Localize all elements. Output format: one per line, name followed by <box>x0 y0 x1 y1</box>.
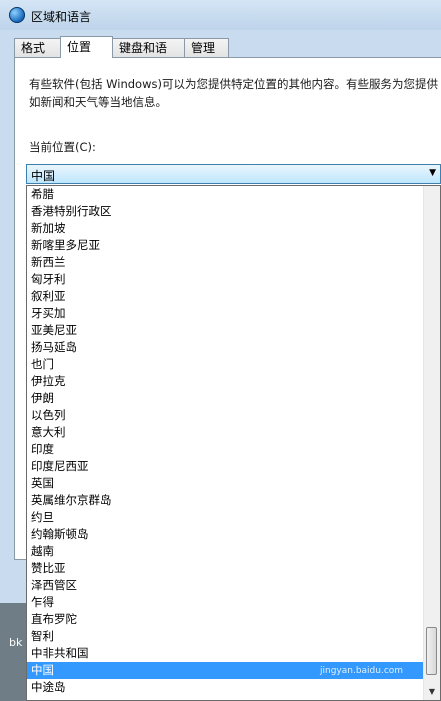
current-location-value: 中国 <box>31 169 56 183</box>
chevron-down-icon[interactable]: ▼ <box>429 168 436 178</box>
location-description: 有些软件(包括 Windows)可以为您提供特定位置的其他内容。有些服务为您提供… <box>29 77 438 109</box>
location-option[interactable]: 新加坡 <box>27 220 424 237</box>
location-option[interactable]: 新喀里多尼亚 <box>27 237 424 254</box>
watermark-text: Baidu 经验 <box>320 649 393 665</box>
location-dropdown-list[interactable]: 希腊 香港特别行政区 新加坡 新喀里多尼亚 新西兰 匈牙利 叙利亚 牙买加 亚美尼亚 扬马延岛 也门… <box>26 185 441 701</box>
location-option[interactable]: 新西兰 <box>27 254 424 271</box>
location-option[interactable]: 匈牙利 <box>27 271 424 288</box>
current-location-select[interactable]: 中国 ▼ <box>26 164 441 184</box>
location-option[interactable]: 牙买加 <box>27 305 424 322</box>
desktop-background-text: bk <box>9 636 23 649</box>
tab-keyboards-languages[interactable]: 键盘和语言 <box>112 38 185 74</box>
location-option[interactable]: 泽西管区 <box>27 577 424 594</box>
scrollbar-thumb[interactable] <box>426 627 437 675</box>
location-option[interactable]: 智利 <box>27 628 424 645</box>
location-option[interactable]: 意大利 <box>27 424 424 441</box>
location-option[interactable]: 希腊 <box>27 186 424 203</box>
location-option[interactable]: 叙利亚 <box>27 288 424 305</box>
location-option[interactable]: 中途岛 <box>27 679 424 696</box>
location-option[interactable]: 直布罗陀 <box>27 611 424 628</box>
current-location-label: 当前位置(C): <box>29 140 96 154</box>
scroll-down-arrow-icon[interactable]: ▼ <box>424 684 440 700</box>
location-option[interactable]: 乍得 <box>27 594 424 611</box>
location-option[interactable]: 赞比亚 <box>27 560 424 577</box>
dropdown-scrollbar[interactable]: ▼ <box>423 186 440 700</box>
location-option[interactable]: 亚美尼亚 <box>27 322 424 339</box>
watermark-logo: Baidu 经验 jingyan.baidu.com <box>320 646 403 676</box>
location-option[interactable]: 以色列 <box>27 407 424 424</box>
tab-location[interactable]: 位置 <box>60 36 113 58</box>
globe-icon <box>9 7 25 23</box>
location-option[interactable]: 越南 <box>27 543 424 560</box>
tab-administrative[interactable]: 管理 <box>184 38 229 57</box>
location-option[interactable]: 香港特别行政区 <box>27 203 424 220</box>
location-option[interactable]: 伊朗 <box>27 390 424 407</box>
location-option[interactable]: 扬马延岛 <box>27 339 424 356</box>
location-option[interactable]: 英属维尔京群岛 <box>27 492 424 509</box>
window-title: 区域和语言 <box>31 10 92 24</box>
location-option[interactable]: 也门 <box>27 356 424 373</box>
watermark-subtext: jingyan.baidu.com <box>320 666 404 676</box>
location-option[interactable]: 印度 <box>27 441 424 458</box>
location-option[interactable]: 伊拉克 <box>27 373 424 390</box>
location-option[interactable]: 英国 <box>27 475 424 492</box>
location-option[interactable]: 印度尼西亚 <box>27 458 424 475</box>
location-options: 希腊 香港特别行政区 新加坡 新喀里多尼亚 新西兰 匈牙利 叙利亚 牙买加 亚美尼亚 扬马延岛 也门… <box>27 186 424 696</box>
title-bar[interactable]: 区域和语言 <box>0 0 441 30</box>
location-option[interactable]: 约翰斯顿岛 <box>27 526 424 543</box>
tab-formats[interactable]: 格式 <box>14 38 61 57</box>
location-option[interactable]: 约旦 <box>27 509 424 526</box>
